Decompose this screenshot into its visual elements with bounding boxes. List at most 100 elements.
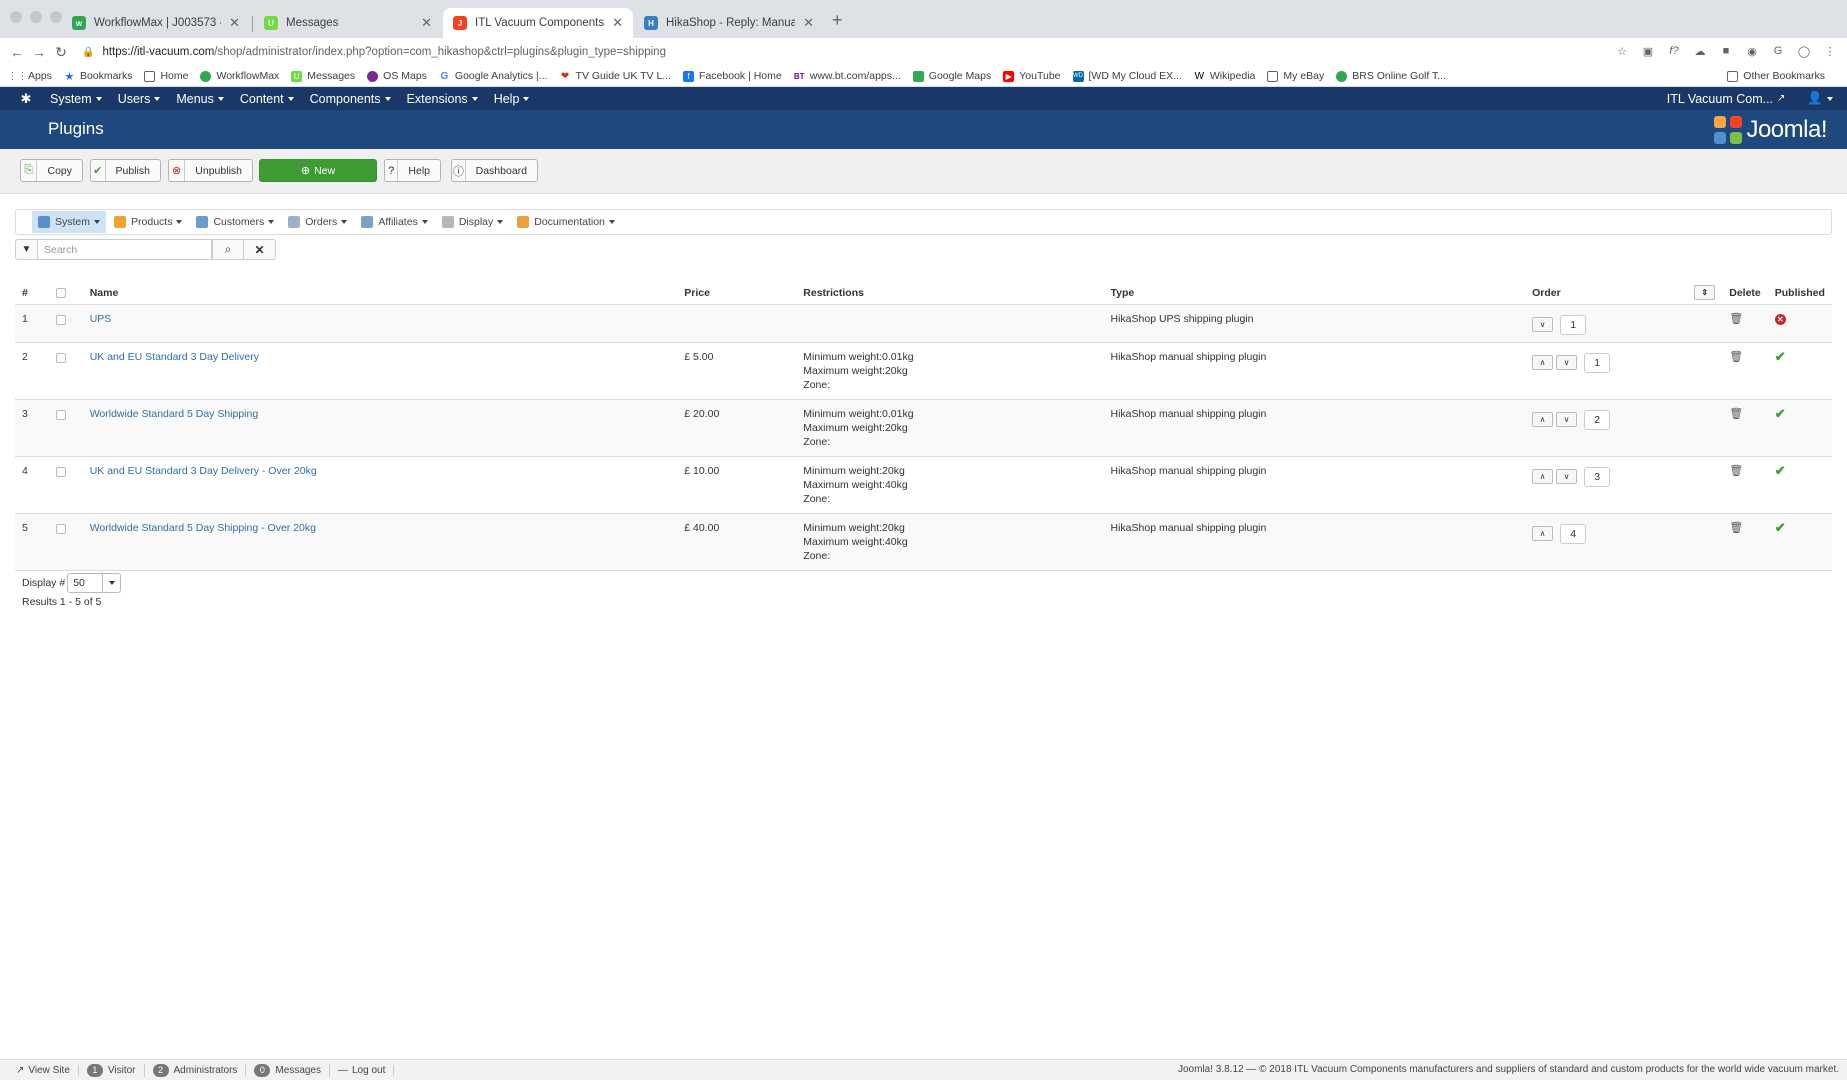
order-up-icon[interactable]: ∧ <box>1532 526 1554 541</box>
bookmark-item[interactable]: WD [WD My Cloud EX... <box>1072 70 1182 82</box>
hika-menu-products[interactable]: Products <box>108 211 188 233</box>
bookmark-item[interactable]: W Wikipedia <box>1194 70 1256 82</box>
published-check-icon[interactable]: ✔ <box>1775 349 1786 364</box>
trash-icon[interactable]: 🗑 <box>1729 408 1743 420</box>
hika-menu-display[interactable]: Display <box>436 211 509 233</box>
bookmark-item[interactable]: WorkflowMax <box>200 70 279 82</box>
back-icon[interactable]: ← <box>6 44 28 60</box>
clear-icon[interactable]: ✕ <box>244 239 276 260</box>
unpublished-icon[interactable]: ✕ <box>1774 313 1786 325</box>
col-name[interactable]: Name <box>82 282 678 305</box>
order-down-icon[interactable]: ∨ <box>1532 317 1554 332</box>
fx-icon[interactable]: f? <box>1667 44 1681 58</box>
select-all-checkbox[interactable] <box>55 287 66 298</box>
order-input[interactable]: 3 <box>1584 466 1611 487</box>
row-checkbox[interactable] <box>55 409 66 420</box>
view-site-link[interactable]: ↗ View Site <box>8 1064 79 1076</box>
unpublish-button[interactable]: ⊗ Unpublish <box>168 159 253 182</box>
copy-button[interactable]: ⎘ Copy <box>20 159 83 182</box>
row-checkbox[interactable] <box>55 466 66 477</box>
messages-status[interactable]: 0 Messages <box>246 1063 330 1077</box>
reload-icon[interactable]: ↻ <box>50 44 72 61</box>
extension-icon[interactable]: ◉ <box>1745 44 1759 58</box>
display-limit-select[interactable]: 50 <box>67 573 122 593</box>
save-order-icon[interactable]: ⇕ <box>1694 285 1716 301</box>
close-icon[interactable]: ✕ <box>803 15 814 31</box>
browser-tab-itl-vacuum[interactable]: J ITL Vacuum Components mana ✕ <box>443 8 633 38</box>
published-check-icon[interactable]: ✔ <box>1775 463 1786 478</box>
published-check-icon[interactable]: ✔ <box>1775 520 1786 535</box>
published-check-icon[interactable]: ✔ <box>1775 406 1786 421</box>
profile-icon[interactable]: ◯ <box>1797 44 1811 58</box>
row-checkbox[interactable] <box>55 523 66 534</box>
menu-extensions[interactable]: Extensions <box>407 92 478 106</box>
extension-icon[interactable]: ■ <box>1719 44 1733 58</box>
order-input[interactable]: 2 <box>1584 409 1611 430</box>
address-bar[interactable]: https://itl-vacuum.com/shop/administrato… <box>102 46 666 58</box>
col-order[interactable]: Order <box>1525 282 1675 305</box>
user-menu[interactable]: 👤 <box>1807 91 1833 106</box>
bookmark-item[interactable]: Google Maps <box>912 70 991 82</box>
menu-icon[interactable]: ⋮ <box>1823 44 1837 58</box>
grammarly-icon[interactable]: G <box>1771 44 1785 58</box>
browser-tab-messages[interactable]: U Messages ✕ <box>254 8 442 38</box>
menu-menus[interactable]: Menus <box>176 92 224 106</box>
bookmark-item[interactable]: U Messages <box>291 70 355 82</box>
order-input[interactable]: 4 <box>1560 523 1587 544</box>
trash-icon[interactable]: 🗑 <box>1729 465 1743 477</box>
forward-icon[interactable]: → <box>28 44 50 60</box>
menu-system[interactable]: System <box>50 92 102 106</box>
hika-menu-documentation[interactable]: Documentation <box>511 211 621 233</box>
order-up-icon[interactable]: ∧ <box>1532 469 1554 484</box>
bookmark-item[interactable]: BRS Online Golf T... <box>1336 70 1446 82</box>
close-icon[interactable]: ✕ <box>612 15 623 31</box>
bookmark-item[interactable]: ⋮⋮ Apps <box>8 70 52 82</box>
order-up-icon[interactable]: ∧ <box>1532 412 1554 427</box>
order-input[interactable]: 1 <box>1560 314 1587 335</box>
order-input[interactable]: 1 <box>1584 352 1611 373</box>
plugin-name-link[interactable]: UPS <box>90 313 112 325</box>
hika-menu-affiliates[interactable]: Affiliates <box>355 211 434 233</box>
close-icon[interactable]: ✕ <box>229 15 240 31</box>
search-icon[interactable]: ⌕ <box>212 239 244 260</box>
lock-icon[interactable]: 🔒 <box>82 47 94 58</box>
bookmark-item[interactable]: OS Maps <box>367 70 427 82</box>
filter-icon[interactable]: ▼ <box>15 239 37 260</box>
bookmark-item[interactable]: BT www.bt.com/apps... <box>794 70 901 82</box>
bookmark-item[interactable]: ▶ YouTube <box>1003 70 1061 82</box>
bookmark-item[interactable]: G Google Analytics |... <box>439 70 548 82</box>
order-down-icon[interactable]: ∨ <box>1556 355 1578 370</box>
publish-button[interactable]: ✔ Publish <box>90 159 161 182</box>
order-up-icon[interactable]: ∧ <box>1532 355 1554 370</box>
new-button[interactable]: ⊕ New <box>259 159 377 182</box>
menu-components[interactable]: Components <box>310 92 391 106</box>
search-input[interactable] <box>37 239 212 260</box>
help-button[interactable]: ? Help <box>384 159 441 182</box>
hika-menu-orders[interactable]: Orders <box>282 211 353 233</box>
plugin-name-link[interactable]: UK and EU Standard 3 Day Delivery <box>90 351 259 363</box>
bookmark-item[interactable]: f Facebook | Home <box>683 70 782 82</box>
browser-tab-hikashop[interactable]: H HikaShop - Reply: Manual Ship ✕ <box>634 8 824 38</box>
menu-users[interactable]: Users <box>118 92 161 106</box>
star-icon[interactable]: ☆ <box>1615 44 1629 58</box>
plugin-name-link[interactable]: Worldwide Standard 5 Day Shipping - Over… <box>90 522 316 534</box>
cloud-icon[interactable]: ☁ <box>1693 44 1707 58</box>
close-icon[interactable]: ✕ <box>421 15 432 31</box>
other-bookmarks[interactable]: Other Bookmarks <box>1727 70 1825 82</box>
row-checkbox[interactable] <box>55 352 66 363</box>
site-link[interactable]: ITL Vacuum Com... <box>1667 92 1773 106</box>
trash-icon[interactable]: 🗑 <box>1729 351 1743 363</box>
bookmark-item[interactable]: Home <box>144 70 188 82</box>
menu-help[interactable]: Help <box>494 92 530 106</box>
extension-icon[interactable]: ▣ <box>1641 44 1655 58</box>
dashboard-button[interactable]: ⓘ Dashboard <box>451 159 538 182</box>
trash-icon[interactable]: 🗑 <box>1729 313 1743 325</box>
window-controls[interactable] <box>10 11 62 23</box>
plugin-name-link[interactable]: Worldwide Standard 5 Day Shipping <box>90 408 259 420</box>
browser-tab-workflowmax[interactable]: w WorkflowMax | J003573 - Chi ✕ <box>62 8 250 38</box>
hika-menu-customers[interactable]: Customers <box>190 211 280 233</box>
bookmark-item[interactable]: ❤ TV Guide UK TV L... <box>560 70 671 82</box>
order-down-icon[interactable]: ∨ <box>1556 412 1578 427</box>
new-tab-button[interactable]: + <box>832 10 843 31</box>
bookmark-item[interactable]: My eBay <box>1267 70 1324 82</box>
